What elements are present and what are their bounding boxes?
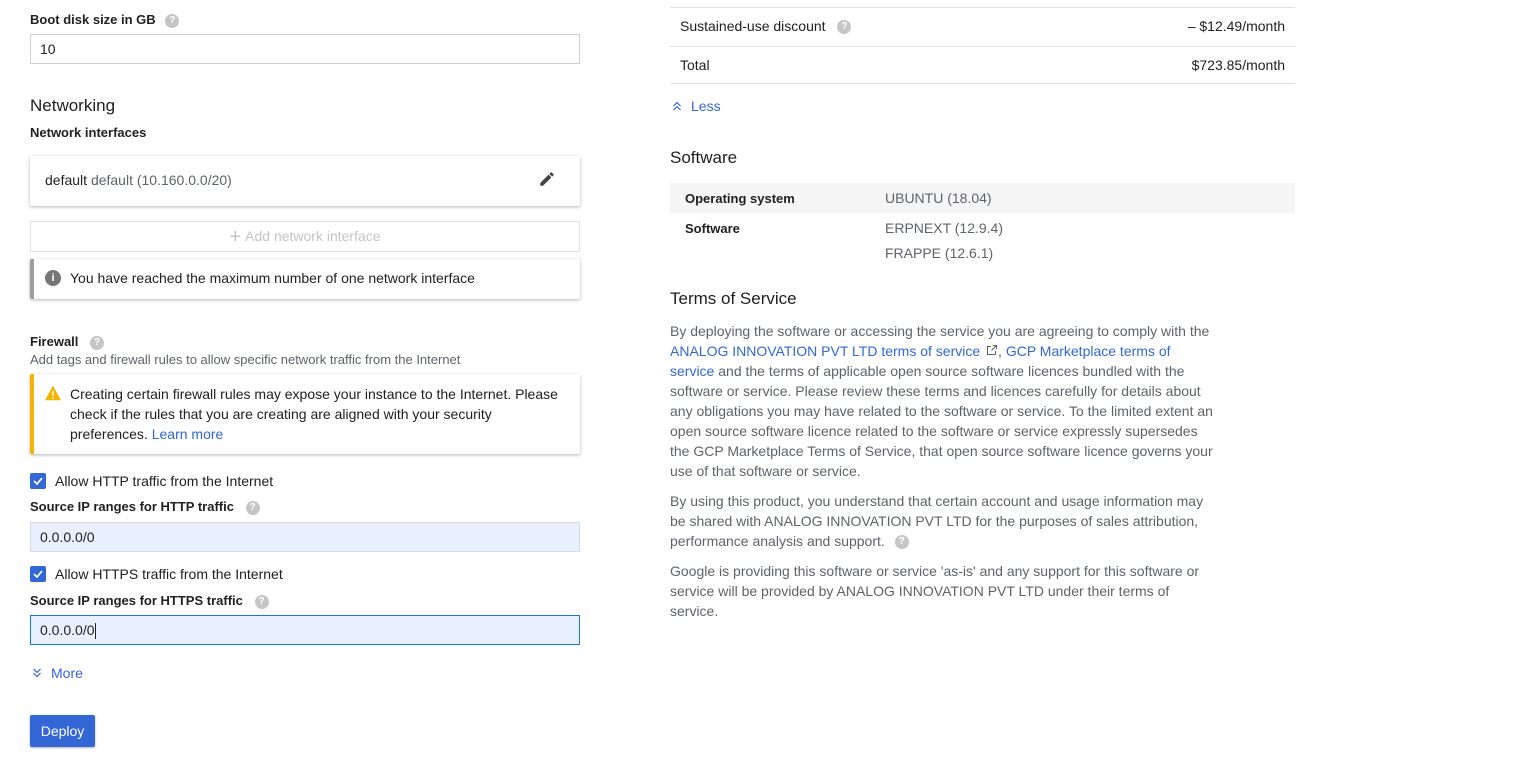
allow-http-checkbox-row[interactable]: Allow HTTP traffic from the Internet xyxy=(30,473,273,489)
software-row: Software ERPNEXT (12.9.4) FRAPPE (12.6.1… xyxy=(670,213,1295,268)
help-icon[interactable]: ? xyxy=(894,535,909,550)
total-label: Total xyxy=(680,57,710,73)
network-interface-name: default xyxy=(45,172,88,188)
os-row: Operating system UBUNTU (18.04) xyxy=(670,183,1295,213)
terms-paragraph-1: By deploying the software or accessing t… xyxy=(670,323,1213,479)
https-source-label: Source IP ranges for HTTPS traffic ? xyxy=(30,593,269,609)
total-row: Total $723.85/month xyxy=(670,46,1295,84)
firewall-warning-text: Creating certain firewall rules may expo… xyxy=(70,386,558,442)
checkmark-icon xyxy=(33,570,43,579)
info-icon: i xyxy=(45,270,61,286)
software-label: Software xyxy=(685,221,740,236)
software-value: ERPNEXT (12.9.4) xyxy=(885,220,1004,236)
network-interfaces-label: Network interfaces xyxy=(30,125,147,140)
help-icon[interactable]: ? xyxy=(254,594,269,609)
learn-more-link[interactable]: Learn more xyxy=(152,426,224,442)
allow-http-checkbox[interactable] xyxy=(30,473,46,489)
https-source-ip-input[interactable]: 0.0.0.0/0 xyxy=(30,615,580,645)
double-chevron-up-icon xyxy=(673,101,681,111)
checkmark-icon xyxy=(33,477,43,486)
allow-https-checkbox[interactable] xyxy=(30,566,46,582)
os-label: Operating system xyxy=(685,191,795,206)
plus-icon: + xyxy=(229,225,242,248)
network-interface-summary: default default (10.160.0.0/20) xyxy=(45,172,232,188)
firewall-label: Firewall ? xyxy=(30,334,105,350)
networking-title: Networking xyxy=(30,96,116,115)
terms-paragraph-3: Google is providing this software or ser… xyxy=(670,563,1200,619)
allow-https-checkbox-row[interactable]: Allow HTTPS traffic from the Internet xyxy=(30,566,283,582)
vendor-terms-link[interactable]: ANALOG INNOVATION PVT LTD terms of servi… xyxy=(670,343,998,359)
warning-icon xyxy=(44,385,62,404)
terms-title: Terms of Service xyxy=(670,289,797,308)
double-chevron-down-icon xyxy=(33,668,41,678)
network-interface-card[interactable]: default default (10.160.0.0/20) xyxy=(30,156,580,206)
boot-disk-size-input[interactable]: 10 xyxy=(30,34,580,64)
more-toggle[interactable]: More xyxy=(30,665,83,681)
allow-https-label: Allow HTTPS traffic from the Internet xyxy=(55,566,283,582)
help-icon[interactable]: ? xyxy=(90,335,105,350)
help-icon[interactable]: ? xyxy=(837,20,852,35)
sustained-use-discount-row: Sustained-use discount ? – $12.49/month xyxy=(670,7,1295,45)
software-title: Software xyxy=(670,148,738,167)
allow-http-label: Allow HTTP traffic from the Internet xyxy=(55,473,274,489)
software-value: FRAPPE (12.6.1) xyxy=(885,245,994,261)
help-icon[interactable]: ? xyxy=(245,500,260,515)
network-interface-detail: default (10.160.0.0/20) xyxy=(90,172,232,188)
external-link-icon xyxy=(987,345,998,355)
discount-value: – $12.49/month xyxy=(1187,18,1285,34)
less-toggle[interactable]: Less xyxy=(670,98,721,114)
deploy-button[interactable]: Deploy xyxy=(30,715,95,747)
edit-pencil-icon[interactable] xyxy=(538,170,556,191)
help-icon[interactable]: ? xyxy=(165,13,180,28)
boot-disk-label: Boot disk size in GB ? xyxy=(30,12,180,28)
http-source-ip-input[interactable]: 0.0.0.0/0 xyxy=(30,522,580,552)
firewall-description: Add tags and firewall rules to allow spe… xyxy=(30,352,461,367)
total-value: $723.85/month xyxy=(1191,57,1285,73)
add-network-interface-button[interactable]: + Add network interface xyxy=(30,221,580,252)
os-value: UBUNTU (18.04) xyxy=(885,190,992,206)
terms-paragraph-2: By using this product, you understand th… xyxy=(670,493,1204,550)
max-interface-notice: i You have reached the maximum number of… xyxy=(30,259,580,299)
max-interface-notice-text: You have reached the maximum number of o… xyxy=(70,270,475,286)
http-source-label: Source IP ranges for HTTP traffic ? xyxy=(30,499,260,515)
firewall-warning: Creating certain firewall rules may expo… xyxy=(30,374,580,454)
text-caret xyxy=(94,623,96,640)
